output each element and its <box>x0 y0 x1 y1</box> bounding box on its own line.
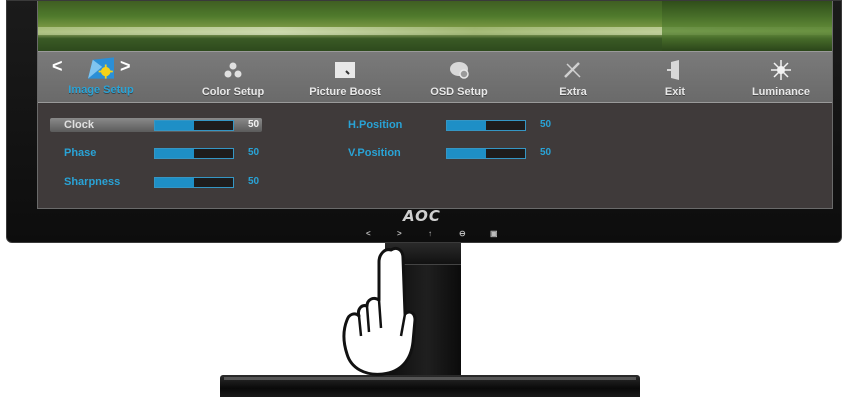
tab-color-setup[interactable]: Color Setup <box>178 52 288 104</box>
setting-sharpness[interactable]: Sharpness 50 <box>64 176 274 190</box>
setting-phase[interactable]: Phase 50 <box>64 147 274 161</box>
slider-value: 50 <box>248 176 260 187</box>
tab-label: Picture Boost <box>309 86 381 98</box>
setting-label: H.Position <box>348 119 403 131</box>
tab-label: Extra <box>559 86 587 98</box>
bezel-button-right[interactable]: > <box>397 229 402 238</box>
monitor-stand-base <box>220 375 640 397</box>
tab-luminance[interactable]: Luminance <box>726 52 832 104</box>
clock-slider[interactable] <box>154 120 234 131</box>
bezel-button-menu[interactable]: ↑ <box>428 229 432 238</box>
slider-value: 50 <box>540 147 552 158</box>
h-position-slider[interactable] <box>446 120 526 131</box>
setting-label: V.Position <box>348 147 401 159</box>
tab-image-setup[interactable]: Image Setup <box>46 52 156 104</box>
osd-settings-panel: Clock 50 Phase 50 Sharpness 50 H.Positio… <box>38 104 832 208</box>
tab-label: Image Setup <box>68 84 134 96</box>
brand-logo: AOC <box>403 207 441 225</box>
setting-label: Sharpness <box>64 176 121 188</box>
picture-boost-icon <box>335 62 355 78</box>
bezel-button-auto[interactable]: ⊖ <box>459 229 466 238</box>
tab-label: OSD Setup <box>430 86 488 98</box>
monitor-screen: < > Image Setup Color Setup Picture Boos… <box>37 1 833 209</box>
phase-slider[interactable] <box>154 148 234 159</box>
tab-exit[interactable]: Exit <box>620 52 730 104</box>
osd-setup-icon <box>450 62 469 79</box>
slider-fill <box>155 178 194 187</box>
setting-h-position[interactable]: H.Position 50 <box>348 119 568 133</box>
tab-picture-boost[interactable]: Picture Boost <box>290 52 400 104</box>
setting-label: Clock <box>64 119 94 131</box>
osd-menu-bar: < > Image Setup Color Setup Picture Boos… <box>38 51 832 103</box>
slider-fill <box>447 121 486 130</box>
image-setup-icon <box>88 57 114 79</box>
hand-pointer-icon <box>342 246 417 376</box>
sharpness-slider[interactable] <box>154 177 234 188</box>
tab-extra[interactable]: Extra <box>518 52 628 104</box>
tab-label: Color Setup <box>201 86 265 98</box>
exit-icon <box>667 60 679 80</box>
v-position-slider[interactable] <box>446 148 526 159</box>
tab-osd-setup[interactable]: OSD Setup <box>404 52 514 104</box>
color-setup-icon <box>224 62 242 78</box>
setting-v-position[interactable]: V.Position 50 <box>348 147 568 161</box>
bezel-button-left[interactable]: < <box>366 229 371 238</box>
desktop-wallpaper <box>38 1 832 51</box>
slider-fill <box>155 149 194 158</box>
setting-clock[interactable]: Clock 50 <box>64 119 274 133</box>
bezel-button-power[interactable]: ▣ <box>490 229 498 238</box>
tab-label: Luminance <box>751 86 811 98</box>
slider-fill <box>155 121 194 130</box>
stand-base-rim <box>224 377 636 380</box>
tab-label: Exit <box>664 86 686 98</box>
slider-value: 50 <box>248 147 260 158</box>
slider-value: 50 <box>248 119 260 130</box>
luminance-icon <box>771 60 791 80</box>
setting-label: Phase <box>64 147 97 159</box>
slider-fill <box>447 149 486 158</box>
slider-value: 50 <box>540 119 552 130</box>
wallpaper-trees <box>662 1 832 51</box>
extra-icon <box>564 62 581 78</box>
